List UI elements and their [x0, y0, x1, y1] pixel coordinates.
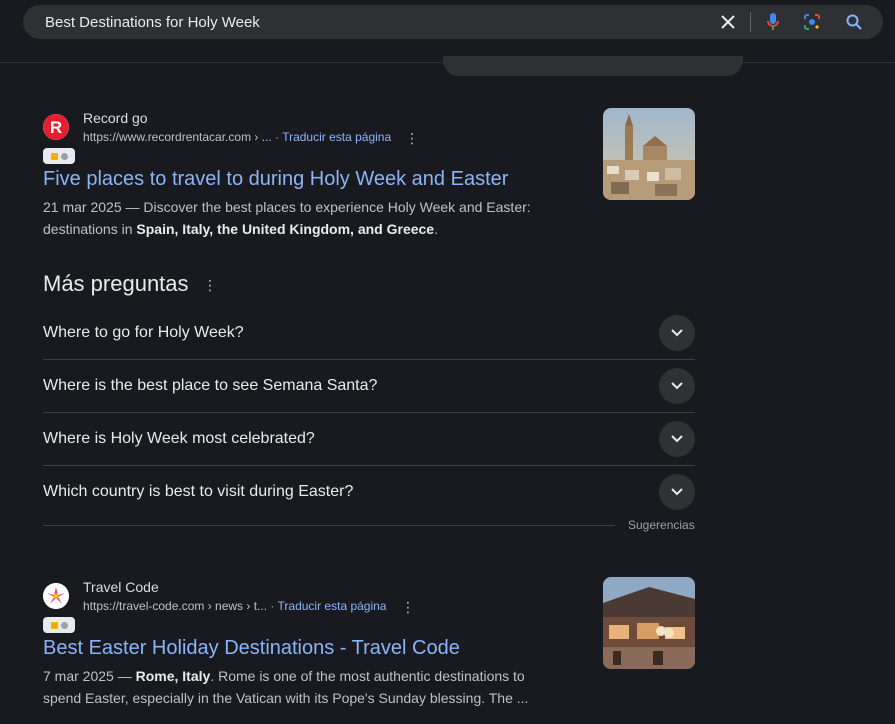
site-favicon — [43, 583, 69, 609]
result-title-link[interactable]: Best Easter Holiday Destinations - Trave… — [43, 637, 460, 660]
svg-text:R: R — [50, 118, 62, 137]
chevron-down-icon[interactable] — [659, 315, 695, 351]
site-badge — [43, 148, 75, 164]
search-input[interactable] — [43, 5, 647, 41]
url-text[interactable]: https://www.recordrentacar.com › ... — [83, 130, 272, 144]
result-thumbnail[interactable] — [603, 108, 695, 200]
lens-icon[interactable] — [802, 12, 822, 32]
paa-question-text[interactable]: Where to go for Holy Week? — [43, 306, 244, 359]
search-box[interactable] — [23, 5, 883, 41]
search-results-page: R Record go https://www.recordrentacar.c… — [0, 0, 895, 724]
url-text[interactable]: https://travel-code.com › news › t... — [83, 599, 267, 613]
snippet-end: . — [434, 221, 438, 237]
search-divider — [750, 12, 751, 32]
site-name[interactable]: Travel Code — [83, 579, 159, 595]
paa-question-text[interactable]: Which country is best to visit during Ea… — [43, 465, 353, 518]
result-thumbnail[interactable] — [603, 577, 695, 669]
snippet-bold: Spain, Italy, the United Kingdom, and Gr… — [136, 221, 435, 237]
microphone-icon[interactable] — [763, 12, 783, 32]
chevron-down-icon[interactable] — [659, 368, 695, 404]
paa-question-text[interactable]: Where is Holy Week most celebrated? — [43, 412, 315, 465]
badge-bell-icon — [60, 152, 68, 160]
more-options-icon[interactable]: ⋮ — [400, 599, 416, 615]
snippet-text: — — [113, 668, 136, 684]
suggestions-label[interactable]: Sugerencias — [628, 518, 695, 532]
paa-question-text[interactable]: Where is the best place to see Semana Sa… — [43, 359, 377, 412]
site-url[interactable]: https://travel-code.com › news › t... · … — [83, 599, 386, 613]
result-snippet: 21 mar 2025 — Discover the best places t… — [43, 196, 563, 240]
paa-question[interactable]: Which country is best to visit during Ea… — [43, 465, 695, 518]
site-badge — [43, 617, 75, 633]
result-date: 21 mar 2025 — [43, 199, 122, 215]
badge-square-icon — [50, 152, 58, 160]
site-url[interactable]: https://www.recordrentacar.com › ... · T… — [83, 130, 391, 144]
search-result: Travel Code https://travel-code.com › ne… — [43, 579, 698, 713]
more-options-icon[interactable]: ⋮ — [404, 130, 420, 146]
paa-divider — [43, 525, 615, 526]
paa-heading: Más preguntas — [43, 271, 189, 296]
badge-square-icon — [50, 621, 58, 629]
result-date: 7 mar 2025 — [43, 668, 114, 684]
site-name[interactable]: Record go — [83, 110, 148, 126]
translate-link[interactable]: Traducir esta página — [282, 130, 391, 144]
search-icon[interactable] — [844, 12, 864, 32]
result-title-link[interactable]: Five places to travel to during Holy Wee… — [43, 168, 508, 191]
search-result: R Record go https://www.recordrentacar.c… — [43, 110, 698, 244]
paa-question[interactable]: Where to go for Holy Week? — [43, 306, 695, 360]
paa-more-icon[interactable]: ⋮ — [202, 277, 218, 293]
clear-icon[interactable] — [718, 12, 738, 32]
snippet-bold: Rome, Italy — [135, 668, 211, 684]
paa-question[interactable]: Where is the best place to see Semana Sa… — [43, 359, 695, 413]
translate-link[interactable]: Traducir esta página — [278, 599, 387, 613]
site-favicon: R — [43, 114, 69, 140]
badge-bell-icon — [60, 621, 68, 629]
chevron-down-icon[interactable] — [659, 474, 695, 510]
top-bar — [0, 0, 895, 63]
paa-question[interactable]: Where is Holy Week most celebrated? — [43, 412, 695, 466]
result-snippet: 7 mar 2025 — Rome, Italy. Rome is one of… — [43, 665, 563, 709]
chevron-down-icon[interactable] — [659, 421, 695, 457]
search-tabs-remnant — [443, 56, 743, 76]
